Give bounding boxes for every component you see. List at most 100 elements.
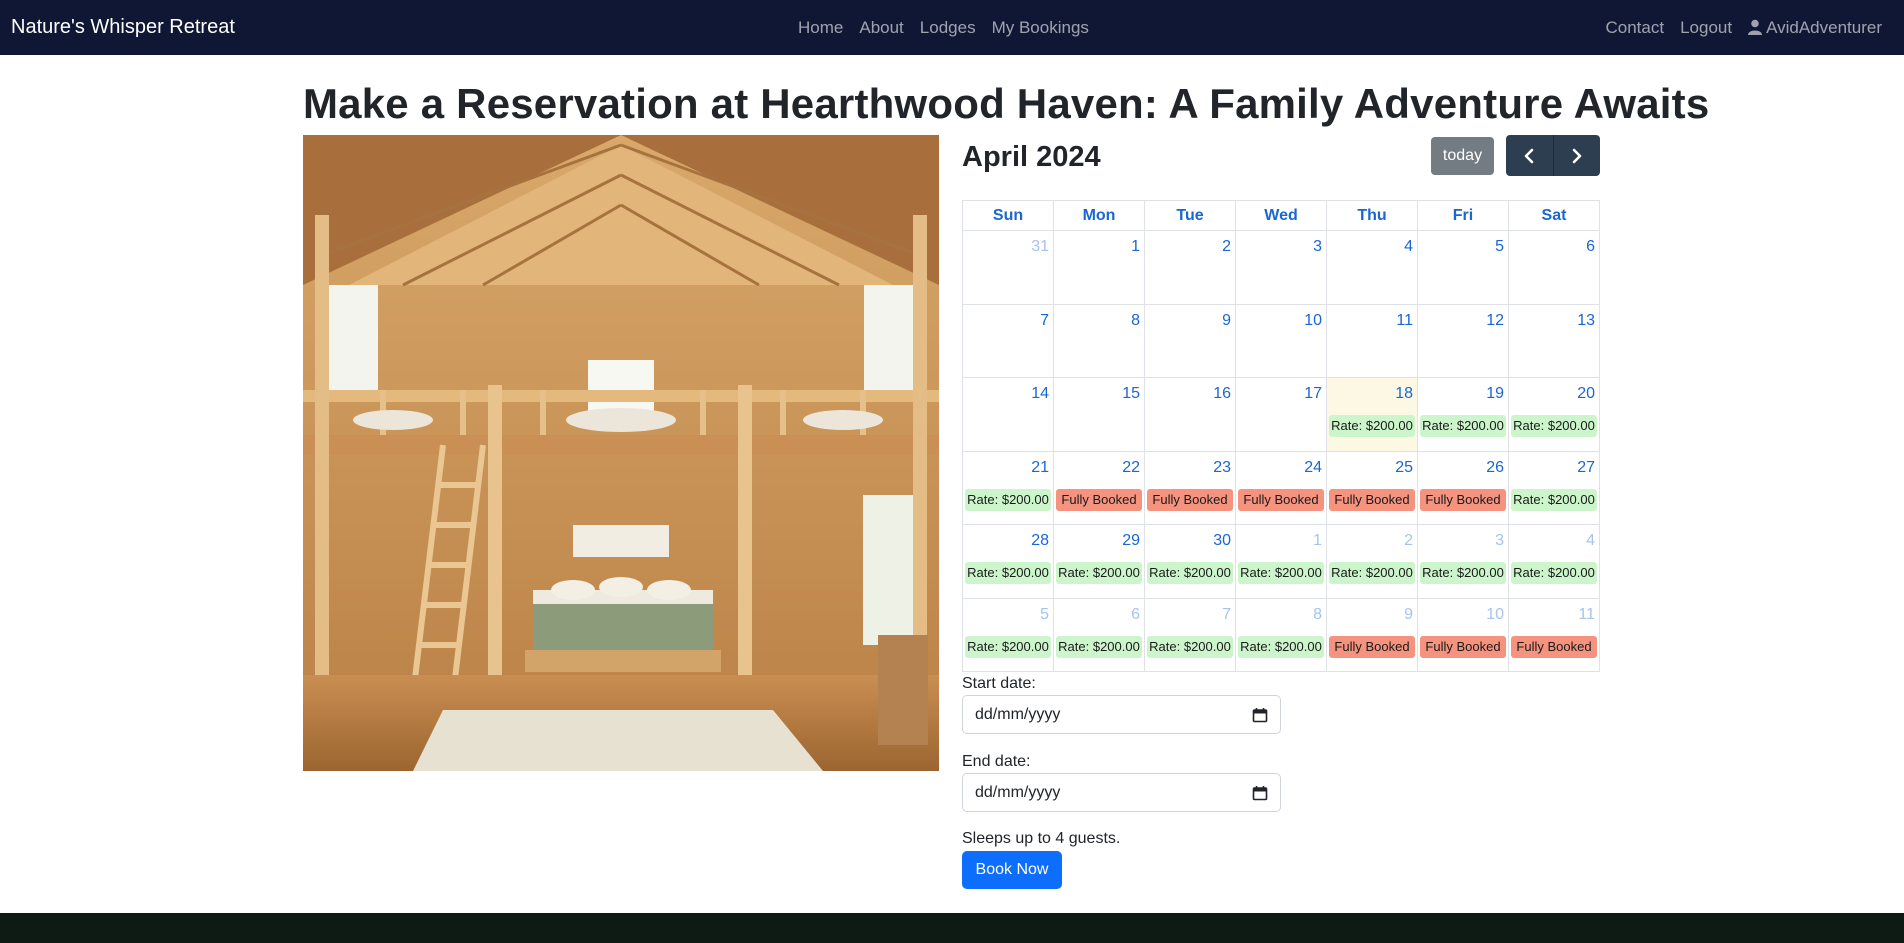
today-button[interactable]: today: [1431, 137, 1494, 175]
calendar-day-cell[interactable]: 31: [962, 230, 1054, 305]
day-number[interactable]: 5: [963, 599, 1053, 629]
book-now-button[interactable]: Book Now: [962, 851, 1062, 889]
calendar-day-cell[interactable]: 2: [1144, 230, 1236, 305]
brand-link[interactable]: Nature's Whisper Retreat: [11, 16, 235, 39]
calendar-day-cell[interactable]: 6 Rate: $200.00: [1053, 597, 1145, 672]
calendar-day-cell[interactable]: 8 Rate: $200.00: [1235, 597, 1327, 672]
calendar-day-cell[interactable]: 15: [1053, 377, 1145, 452]
calendar-day-cell[interactable]: 3 Rate: $200.00: [1417, 524, 1509, 599]
day-number[interactable]: 6: [1509, 231, 1599, 261]
day-number[interactable]: 8: [1054, 305, 1144, 335]
fully-booked-event[interactable]: Fully Booked: [1329, 635, 1415, 658]
fully-booked-event[interactable]: Fully Booked: [1147, 488, 1233, 511]
day-number[interactable]: 24: [1236, 452, 1326, 482]
day-number[interactable]: 8: [1236, 599, 1326, 629]
day-number[interactable]: 29: [1054, 525, 1144, 555]
rate-event[interactable]: Rate: $200.00: [1511, 562, 1597, 584]
rate-event[interactable]: Rate: $200.00: [1511, 415, 1597, 437]
rate-event[interactable]: Rate: $200.00: [1238, 635, 1324, 658]
calendar-day-cell[interactable]: 30 Rate: $200.00: [1144, 524, 1236, 599]
rate-event[interactable]: Rate: $200.00: [965, 488, 1051, 511]
rate-event[interactable]: Rate: $200.00: [1420, 562, 1506, 584]
day-number[interactable]: 18: [1327, 378, 1417, 408]
nav-contact[interactable]: Contact: [1597, 18, 1672, 38]
start-date-input[interactable]: dd/mm/yyyy: [962, 695, 1281, 734]
day-number[interactable]: 17: [1236, 378, 1326, 408]
nav-my-bookings[interactable]: My Bookings: [984, 18, 1097, 38]
calendar-day-cell[interactable]: 7 Rate: $200.00: [1144, 597, 1236, 672]
calendar-day-cell[interactable]: 26 Fully Booked: [1417, 450, 1509, 525]
day-number[interactable]: 7: [1145, 599, 1235, 629]
day-number[interactable]: 3: [1236, 231, 1326, 261]
calendar-day-cell[interactable]: 22 Fully Booked: [1053, 450, 1145, 525]
calendar-icon[interactable]: [1252, 707, 1268, 723]
calendar-day-cell[interactable]: 6: [1508, 230, 1600, 305]
calendar-icon[interactable]: [1252, 785, 1268, 801]
rate-event[interactable]: Rate: $200.00: [1056, 562, 1142, 584]
day-number[interactable]: 4: [1509, 525, 1599, 555]
day-number[interactable]: 3: [1418, 525, 1508, 555]
day-number[interactable]: 2: [1145, 231, 1235, 261]
fully-booked-event[interactable]: Fully Booked: [1056, 488, 1142, 511]
rate-event[interactable]: Rate: $200.00: [965, 562, 1051, 584]
calendar-day-cell[interactable]: 1 Rate: $200.00: [1235, 524, 1327, 599]
calendar-day-cell[interactable]: 9: [1144, 303, 1236, 378]
calendar-day-cell[interactable]: 10 Fully Booked: [1417, 597, 1509, 672]
day-number[interactable]: 15: [1054, 378, 1144, 408]
calendar-day-cell[interactable]: 7: [962, 303, 1054, 378]
calendar-day-cell[interactable]: 14: [962, 377, 1054, 452]
calendar-day-cell[interactable]: 4: [1326, 230, 1418, 305]
rate-event[interactable]: Rate: $200.00: [965, 635, 1051, 658]
day-number[interactable]: 22: [1054, 452, 1144, 482]
day-number[interactable]: 9: [1145, 305, 1235, 335]
calendar-day-cell[interactable]: 18 Rate: $200.00: [1326, 377, 1418, 452]
day-number[interactable]: 28: [963, 525, 1053, 555]
day-number[interactable]: 6: [1054, 599, 1144, 629]
calendar-day-cell[interactable]: 5: [1417, 230, 1509, 305]
day-number[interactable]: 16: [1145, 378, 1235, 408]
rate-event[interactable]: Rate: $200.00: [1147, 562, 1233, 584]
day-number[interactable]: 10: [1236, 305, 1326, 335]
calendar-day-cell[interactable]: 25 Fully Booked: [1326, 450, 1418, 525]
day-number[interactable]: 20: [1509, 378, 1599, 408]
calendar-day-cell[interactable]: 9 Fully Booked: [1326, 597, 1418, 672]
day-number[interactable]: 19: [1418, 378, 1508, 408]
calendar-day-cell[interactable]: 23 Fully Booked: [1144, 450, 1236, 525]
calendar-day-cell[interactable]: 8: [1053, 303, 1145, 378]
rate-event[interactable]: Rate: $200.00: [1329, 415, 1415, 437]
rate-event[interactable]: Rate: $200.00: [1238, 562, 1324, 584]
calendar-day-cell[interactable]: 17: [1235, 377, 1327, 452]
calendar-day-cell[interactable]: 20 Rate: $200.00: [1508, 377, 1600, 452]
calendar-day-cell[interactable]: 3: [1235, 230, 1327, 305]
day-number[interactable]: 11: [1327, 305, 1417, 335]
day-number[interactable]: 30: [1145, 525, 1235, 555]
prev-month-button[interactable]: [1506, 135, 1553, 176]
calendar-day-cell[interactable]: 19 Rate: $200.00: [1417, 377, 1509, 452]
calendar-day-cell[interactable]: 27 Rate: $200.00: [1508, 450, 1600, 525]
day-number[interactable]: 4: [1327, 231, 1417, 261]
nav-logout[interactable]: Logout: [1672, 18, 1740, 38]
fully-booked-event[interactable]: Fully Booked: [1420, 635, 1506, 658]
rate-event[interactable]: Rate: $200.00: [1147, 635, 1233, 658]
next-month-button[interactable]: [1552, 135, 1601, 176]
day-number[interactable]: 21: [963, 452, 1053, 482]
day-number[interactable]: 2: [1327, 525, 1417, 555]
day-number[interactable]: 25: [1327, 452, 1417, 482]
calendar-day-cell[interactable]: 11 Fully Booked: [1508, 597, 1600, 672]
rate-event[interactable]: Rate: $200.00: [1329, 562, 1415, 584]
fully-booked-event[interactable]: Fully Booked: [1238, 488, 1324, 511]
fully-booked-event[interactable]: Fully Booked: [1420, 488, 1506, 511]
nav-home[interactable]: Home: [790, 18, 851, 38]
day-number[interactable]: 27: [1509, 452, 1599, 482]
calendar-day-cell[interactable]: 28 Rate: $200.00: [962, 524, 1054, 599]
calendar-day-cell[interactable]: 16: [1144, 377, 1236, 452]
calendar-day-cell[interactable]: 5 Rate: $200.00: [962, 597, 1054, 672]
fully-booked-event[interactable]: Fully Booked: [1329, 488, 1415, 511]
nav-user[interactable]: AvidAdventurer: [1740, 18, 1890, 38]
day-number[interactable]: 5: [1418, 231, 1508, 261]
day-number[interactable]: 14: [963, 378, 1053, 408]
calendar-day-cell[interactable]: 13: [1508, 303, 1600, 378]
day-number[interactable]: 7: [963, 305, 1053, 335]
day-number[interactable]: 10: [1418, 599, 1508, 629]
day-number[interactable]: 11: [1509, 599, 1599, 629]
